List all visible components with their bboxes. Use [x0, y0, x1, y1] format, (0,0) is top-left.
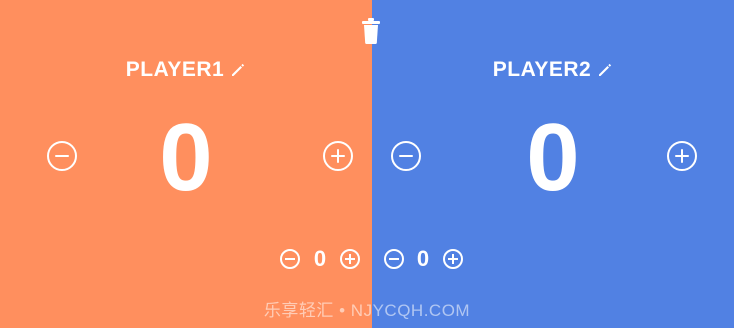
watermark: 乐享轻汇 • NJYCQH.COM [263, 301, 471, 320]
pencil-icon [232, 63, 245, 76]
player1-score: 0 [159, 104, 213, 211]
player2-sub-decrease-button[interactable] [384, 249, 404, 269]
player2-panel: PLAYER2 0 0 [372, 0, 734, 328]
minus-circle-icon [285, 258, 295, 260]
player1-sub-decrease-button[interactable] [280, 249, 300, 269]
player2-name: PLAYER2 [492, 58, 592, 81]
pencil-icon [599, 63, 612, 76]
player2-sub-score: 0 [416, 246, 430, 271]
edit-player1-name-button[interactable] [230, 62, 246, 78]
player1-sub-increase-button[interactable] [340, 249, 360, 269]
player1-name-row: PLAYER1 [0, 58, 372, 82]
player1-panel: PLAYER1 0 0 [0, 0, 372, 328]
reset-button[interactable] [359, 16, 383, 46]
player1-name: PLAYER1 [125, 58, 225, 81]
edit-player2-name-button[interactable] [597, 62, 613, 78]
player1-sub-score: 0 [313, 246, 327, 271]
minus-circle-icon [389, 258, 399, 260]
player2-increase-button[interactable] [667, 141, 697, 171]
player2-sub-increase-button[interactable] [443, 249, 463, 269]
scoreboard-app: PLAYER1 0 0 PLAYER2 0 0 乐享轻汇 • NJYCQH.CO… [0, 0, 734, 328]
trash-icon [362, 18, 380, 44]
player2-name-row: PLAYER2 [372, 58, 734, 82]
player1-increase-button[interactable] [323, 141, 353, 171]
